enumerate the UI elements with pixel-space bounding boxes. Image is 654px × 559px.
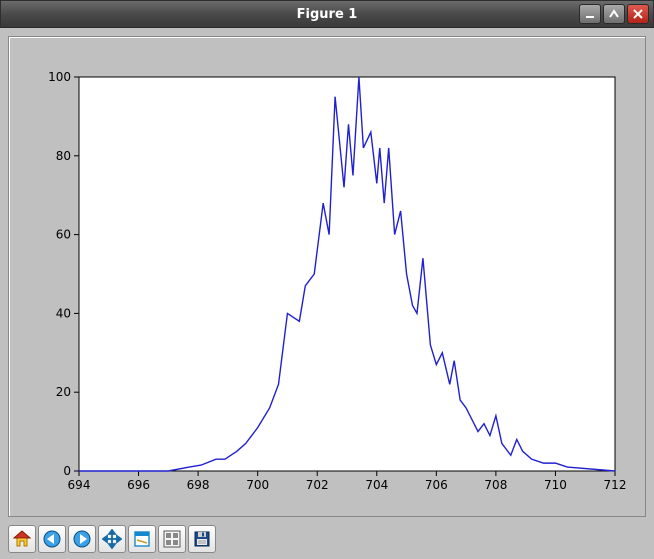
close-button[interactable] [627,4,649,24]
xtick-label: 696 [127,478,150,492]
close-icon [632,8,644,20]
xtick-label: 704 [365,478,388,492]
back-button[interactable] [38,525,66,553]
save-icon [192,529,212,549]
chart-plot[interactable]: 694 696 698 700 702 704 706 708 710 712 0 20 40 60 80 1… [9,37,645,516]
subplots-button[interactable] [158,525,186,553]
ytick-label: 100 [48,70,71,84]
minimize-icon [584,8,596,20]
ytick-label: 60 [56,228,71,242]
maximize-button[interactable] [603,4,625,24]
subplots-icon [162,529,182,549]
xtick-label: 702 [306,478,329,492]
figure-frame: 694 696 698 700 702 704 706 708 710 712 0 20 40 60 80 1… [8,36,646,517]
forward-button[interactable] [68,525,96,553]
home-icon [12,529,32,549]
ytick-label: 40 [56,306,71,320]
matplotlib-toolbar [8,525,216,553]
forward-icon [72,529,92,549]
xtick-label: 698 [187,478,210,492]
xtick-label: 708 [484,478,507,492]
xtick-label: 700 [246,478,269,492]
pan-icon [102,529,122,549]
maximize-icon [608,8,620,20]
ytick-label: 20 [56,385,71,399]
ytick-label: 0 [63,464,71,478]
xtick-label: 712 [604,478,627,492]
zoom-button[interactable] [128,525,156,553]
window-title: Figure 1 [297,7,358,22]
window-titlebar: Figure 1 [0,0,654,28]
save-button[interactable] [188,525,216,553]
xtick-label: 710 [544,478,567,492]
xtick-label: 706 [425,478,448,492]
window-buttons [579,4,649,24]
home-button[interactable] [8,525,36,553]
client-area: 694 696 698 700 702 704 706 708 710 712 0 20 40 60 80 1… [0,28,654,559]
pan-button[interactable] [98,525,126,553]
ytick-label: 80 [56,149,71,163]
minimize-button[interactable] [579,4,601,24]
zoom-icon [132,529,152,549]
xtick-label: 694 [68,478,91,492]
back-icon [42,529,62,549]
